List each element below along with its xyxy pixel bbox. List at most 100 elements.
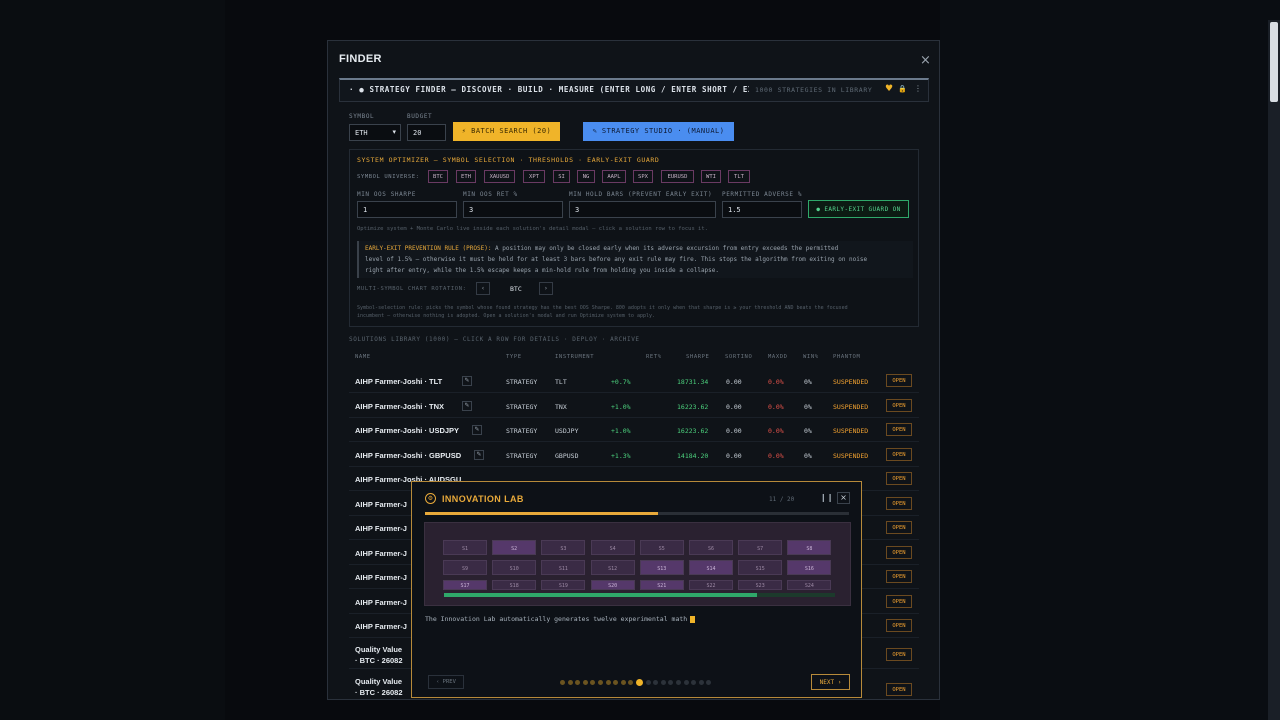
open-button[interactable]: OPEN xyxy=(886,546,912,559)
open-button[interactable]: OPEN xyxy=(886,648,912,661)
grid-progress-bar xyxy=(444,593,835,597)
open-button[interactable]: OPEN xyxy=(886,448,912,461)
step-dot[interactable] xyxy=(660,680,666,685)
strategy-cell: S16 xyxy=(787,560,832,575)
universe-chip[interactable]: AAPL xyxy=(602,170,626,183)
page-scrollbar[interactable] xyxy=(1268,20,1280,720)
next-button[interactable]: NEXT › xyxy=(811,674,850,690)
universe-chip[interactable]: XPT xyxy=(523,170,545,183)
step-dot[interactable] xyxy=(628,680,634,685)
open-button[interactable]: OPEN xyxy=(886,423,912,436)
open-button[interactable]: OPEN xyxy=(886,683,912,696)
min-hold-label: MIN HOLD BARS (PREVENT EARLY EXIT) xyxy=(569,191,713,198)
step-dot[interactable] xyxy=(698,680,704,685)
min-ret-input[interactable]: 3 xyxy=(463,201,563,218)
open-button[interactable]: OPEN xyxy=(886,619,912,632)
open-button[interactable]: OPEN xyxy=(886,374,912,387)
close-icon[interactable]: × xyxy=(920,53,931,68)
table-row[interactable]: AIHP Farmer-Joshi · TNX ✎ STRATEGY TNX +… xyxy=(349,394,919,418)
more-menu-icon[interactable]: ⋮ xyxy=(914,84,922,93)
step-dot[interactable] xyxy=(598,680,603,685)
column-header[interactable]: MAXDD xyxy=(768,354,788,360)
column-header[interactable]: SHARPE xyxy=(686,354,709,360)
adverse-input[interactable]: 1.5 xyxy=(722,201,802,218)
open-button[interactable]: OPEN xyxy=(886,570,912,583)
edit-icon[interactable]: ✎ xyxy=(462,401,472,411)
lab-title: INNOVATION LAB xyxy=(442,494,524,504)
step-dot[interactable] xyxy=(605,680,611,685)
open-button[interactable]: OPEN xyxy=(886,399,912,412)
lock-icon[interactable]: 🔒 xyxy=(898,85,907,93)
column-header[interactable]: INSTRUMENT xyxy=(555,354,594,360)
symbol-select[interactable]: ETH ▾ xyxy=(349,124,401,141)
edit-icon[interactable]: ✎ xyxy=(474,450,484,460)
row-ret: +1.3% xyxy=(611,452,631,460)
step-dot[interactable] xyxy=(683,680,689,685)
edit-icon[interactable]: ✎ xyxy=(472,425,482,435)
pause-icon[interactable]: ❙❙ xyxy=(820,493,833,502)
step-dot[interactable] xyxy=(676,680,681,685)
universe-chip[interactable]: EURUSD xyxy=(661,170,694,183)
row-name: AIHP Farmer-J xyxy=(355,622,407,631)
step-dot[interactable] xyxy=(575,680,581,685)
step-dot[interactable] xyxy=(653,680,659,685)
open-button[interactable]: OPEN xyxy=(886,472,912,485)
strategy-studio-button[interactable]: ✎ STRATEGY STUDIO · (MANUAL) xyxy=(583,122,734,141)
prev-button[interactable]: ‹ PREV xyxy=(428,675,464,689)
row-name: AIHP Farmer-J xyxy=(355,598,407,607)
universe-chip[interactable]: ETH xyxy=(456,170,476,183)
row-name: AIHP Farmer-J xyxy=(355,573,407,582)
universe-chip[interactable]: XAUUSD xyxy=(484,170,515,183)
column-header[interactable]: TYPE xyxy=(506,354,522,360)
column-header[interactable]: NAME xyxy=(355,354,371,360)
universe-chip[interactable]: NG xyxy=(577,170,595,183)
step-dot[interactable] xyxy=(636,679,643,686)
column-header[interactable]: SORTINO xyxy=(725,354,752,360)
open-button[interactable]: OPEN xyxy=(886,521,912,534)
row-sortino: 0.00 xyxy=(726,378,742,386)
rotation-prev-button[interactable]: ‹ xyxy=(476,282,490,295)
step-dot[interactable] xyxy=(691,680,697,685)
column-header[interactable]: PHANTOM xyxy=(833,354,860,360)
universe-label: SYMBOL UNIVERSE: xyxy=(357,174,420,180)
column-header[interactable]: RET% xyxy=(646,354,662,360)
min-sharpe-input[interactable]: 1 xyxy=(357,201,457,218)
lab-icon: ⚙ xyxy=(425,493,436,504)
step-dot[interactable] xyxy=(668,680,674,685)
table-row[interactable]: AIHP Farmer-Joshi · TLT ✎ STRATEGY TLT +… xyxy=(349,369,919,393)
close-icon[interactable]: × xyxy=(837,492,850,504)
edit-icon[interactable]: ✎ xyxy=(462,376,472,386)
step-dot[interactable] xyxy=(582,680,588,685)
heart-icon[interactable]: ♥ xyxy=(885,84,893,94)
budget-input[interactable]: 20 xyxy=(407,124,446,141)
batch-search-button[interactable]: ⚡ BATCH SEARCH (20) xyxy=(453,122,560,141)
open-button[interactable]: OPEN xyxy=(886,595,912,608)
strategy-cell: S13 xyxy=(639,560,684,575)
strategy-grid: S1 S2 S3 S4 S5 S6 S7 S8 S9 S10 S11 S12 S13 S14 S15 S16 S… xyxy=(424,522,851,606)
step-dot[interactable] xyxy=(560,680,565,685)
strategy-cell: S11 xyxy=(541,560,586,575)
row-title: Quality Value xyxy=(355,645,403,654)
strategy-cell: S21 xyxy=(639,580,684,590)
modal-title: FINDER xyxy=(339,53,382,65)
min-hold-input[interactable]: 3 xyxy=(569,201,716,218)
column-header[interactable]: WIN% xyxy=(803,354,819,360)
step-dot[interactable] xyxy=(567,680,573,685)
open-button[interactable]: OPEN xyxy=(886,497,912,510)
step-dot[interactable] xyxy=(590,680,596,685)
universe-chip[interactable]: BTC xyxy=(428,170,448,183)
early-exit-guard-toggle[interactable]: ● EARLY-EXIT GUARD ON xyxy=(808,200,909,218)
universe-chip[interactable]: SI xyxy=(553,170,570,183)
universe-chip[interactable]: SPX xyxy=(633,170,653,183)
rotation-next-button[interactable]: › xyxy=(539,282,553,295)
universe-chip[interactable]: TLT xyxy=(728,170,750,183)
table-row[interactable]: AIHP Farmer-Joshi · GBPUSD ✎ STRATEGY GB… xyxy=(349,443,919,467)
strategy-cell: S3 xyxy=(541,540,586,555)
step-dot[interactable] xyxy=(645,680,651,685)
table-row[interactable]: AIHP Farmer-Joshi · USDJPY ✎ STRATEGY US… xyxy=(349,418,919,442)
scrollbar-thumb[interactable] xyxy=(1270,22,1278,102)
step-dot[interactable] xyxy=(620,680,626,685)
step-dot[interactable] xyxy=(706,680,712,685)
universe-chip[interactable]: WTI xyxy=(701,170,721,183)
step-dot[interactable] xyxy=(613,680,619,685)
